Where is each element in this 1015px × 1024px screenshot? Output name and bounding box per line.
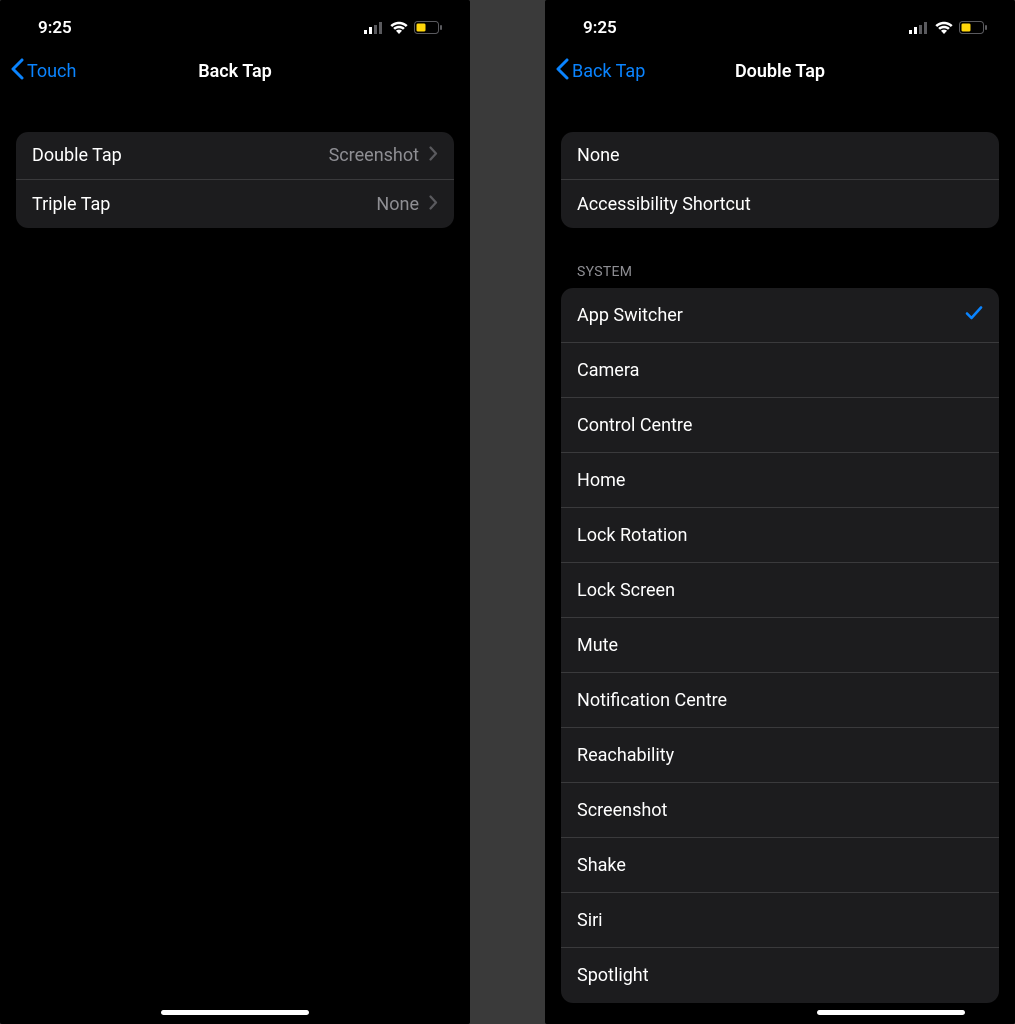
back-label: Touch bbox=[27, 61, 76, 82]
row-mute[interactable]: Mute bbox=[561, 618, 999, 673]
wifi-icon bbox=[390, 19, 408, 38]
row-lock-rotation[interactable]: Lock Rotation bbox=[561, 508, 999, 563]
back-button[interactable]: Touch bbox=[10, 58, 76, 85]
settings-group-system: App Switcher Camera Control Centre Home … bbox=[561, 288, 999, 1003]
row-screenshot[interactable]: Screenshot bbox=[561, 783, 999, 838]
row-value: Screenshot bbox=[329, 145, 419, 166]
status-time: 9:25 bbox=[38, 18, 72, 38]
wifi-icon bbox=[935, 19, 953, 38]
row-label: Lock Screen bbox=[577, 580, 675, 601]
row-none[interactable]: None bbox=[561, 132, 999, 180]
back-label: Back Tap bbox=[572, 61, 645, 82]
row-label: Shake bbox=[577, 855, 626, 876]
row-home[interactable]: Home bbox=[561, 453, 999, 508]
back-button[interactable]: Back Tap bbox=[555, 58, 645, 85]
chevron-left-icon bbox=[555, 58, 569, 85]
row-label: Notification Centre bbox=[577, 690, 727, 711]
section-header-system: SYSTEM bbox=[545, 264, 1015, 288]
signal-icon bbox=[909, 19, 929, 38]
content-area: Double Tap Screenshot Triple Tap None bbox=[0, 96, 470, 228]
row-label: Lock Rotation bbox=[577, 525, 687, 546]
row-label: Mute bbox=[577, 635, 618, 656]
row-label: App Switcher bbox=[577, 305, 683, 326]
phone-screen-double-tap: 9:25 bbox=[545, 0, 1015, 1024]
row-label: None bbox=[577, 145, 620, 166]
row-label: Spotlight bbox=[577, 965, 649, 986]
row-label: Accessibility Shortcut bbox=[577, 194, 751, 215]
row-shake[interactable]: Shake bbox=[561, 838, 999, 893]
row-label: Double Tap bbox=[32, 145, 122, 166]
status-bar: 9:25 bbox=[0, 0, 470, 48]
status-bar: 9:25 bbox=[545, 0, 1015, 48]
row-label: Triple Tap bbox=[32, 194, 110, 215]
row-notification-centre[interactable]: Notification Centre bbox=[561, 673, 999, 728]
row-spotlight[interactable]: Spotlight bbox=[561, 948, 999, 1003]
chevron-left-icon bbox=[10, 58, 24, 85]
nav-bar: Touch Back Tap bbox=[0, 48, 470, 96]
status-icons bbox=[909, 19, 987, 38]
checkmark-icon bbox=[965, 305, 983, 325]
row-label: Reachability bbox=[577, 745, 674, 766]
status-icons bbox=[364, 19, 442, 38]
content-area: None Accessibility Shortcut SYSTEM App S… bbox=[545, 96, 1015, 1003]
row-label: Camera bbox=[577, 360, 639, 381]
row-accessibility-shortcut[interactable]: Accessibility Shortcut bbox=[561, 180, 999, 228]
page-title: Double Tap bbox=[735, 61, 825, 82]
status-time: 9:25 bbox=[583, 18, 617, 38]
row-camera[interactable]: Camera bbox=[561, 343, 999, 398]
row-app-switcher[interactable]: App Switcher bbox=[561, 288, 999, 343]
row-lock-screen[interactable]: Lock Screen bbox=[561, 563, 999, 618]
row-reachability[interactable]: Reachability bbox=[561, 728, 999, 783]
row-control-centre[interactable]: Control Centre bbox=[561, 398, 999, 453]
settings-group-actions: None Accessibility Shortcut bbox=[561, 132, 999, 228]
row-value: None bbox=[376, 194, 419, 215]
row-label: Home bbox=[577, 470, 625, 491]
row-double-tap[interactable]: Double Tap Screenshot bbox=[16, 132, 454, 180]
row-siri[interactable]: Siri bbox=[561, 893, 999, 948]
signal-icon bbox=[364, 19, 384, 38]
nav-bar: Back Tap Double Tap bbox=[545, 48, 1015, 96]
settings-group: Double Tap Screenshot Triple Tap None bbox=[16, 132, 454, 228]
row-label: Siri bbox=[577, 910, 603, 931]
row-label: Control Centre bbox=[577, 415, 692, 436]
page-title: Back Tap bbox=[198, 61, 272, 82]
chevron-right-icon bbox=[429, 195, 438, 214]
chevron-right-icon bbox=[429, 146, 438, 165]
home-indicator[interactable] bbox=[817, 1010, 965, 1015]
battery-icon bbox=[959, 19, 987, 38]
row-label: Screenshot bbox=[577, 800, 667, 821]
home-indicator[interactable] bbox=[161, 1010, 309, 1015]
phone-screen-back-tap: 9:25 bbox=[0, 0, 470, 1024]
row-triple-tap[interactable]: Triple Tap None bbox=[16, 180, 454, 228]
battery-icon bbox=[414, 19, 442, 38]
